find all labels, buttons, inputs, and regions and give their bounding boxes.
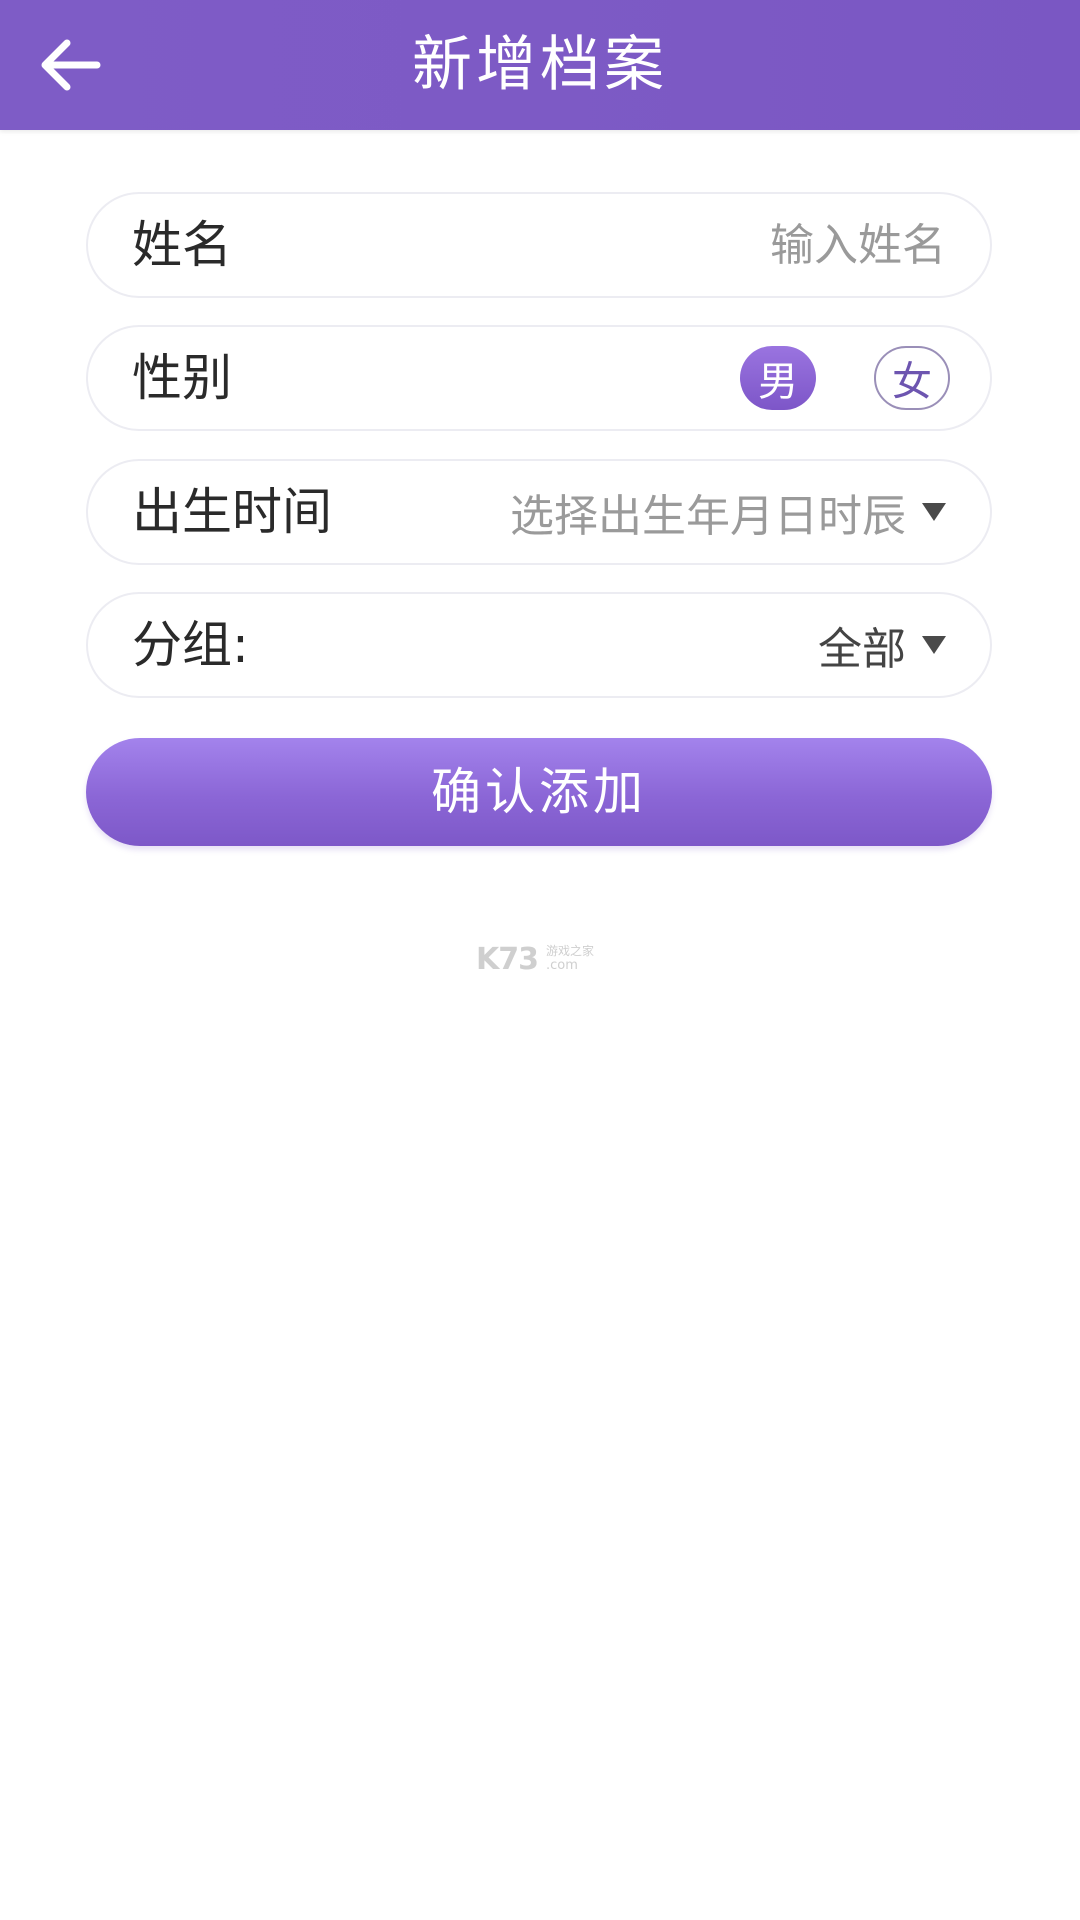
watermark-top: 游戏之家: [546, 944, 595, 958]
gender-label: 性别: [132, 349, 232, 407]
birth-time-placeholder: 选择出生年月日时辰: [510, 491, 906, 542]
birth-time-label: 出生时间: [132, 483, 332, 541]
app-header: 新增档案: [0, 0, 1080, 130]
watermark-main: K73: [476, 942, 539, 977]
gender-female-option[interactable]: 女: [874, 346, 950, 410]
group-value: 全部: [818, 624, 906, 675]
confirm-add-button[interactable]: 确认添加: [86, 738, 992, 846]
name-label: 姓名: [132, 216, 232, 274]
group-field[interactable]: 分组: 全部: [86, 592, 992, 698]
birth-time-field[interactable]: 出生时间 选择出生年月日时辰: [86, 459, 992, 565]
watermark-logo: K73 游戏之家 .com: [476, 942, 604, 978]
group-label: 分组:: [132, 616, 249, 674]
triangle-down-icon: [922, 636, 946, 654]
name-field: 姓名: [86, 192, 992, 298]
add-profile-page: 新增档案 姓名 性别 男 女 出生时间 选择出生年月日时辰 分组: 全部 确认添…: [0, 0, 1080, 1920]
page-title: 新增档案: [412, 30, 668, 100]
gender-male-option[interactable]: 男: [740, 346, 816, 410]
name-input[interactable]: [586, 210, 946, 280]
triangle-down-icon: [922, 503, 946, 521]
gender-field: 性别 男 女: [86, 325, 992, 431]
gender-options: 男 女: [740, 327, 950, 429]
watermark-bottom: .com: [546, 958, 578, 973]
